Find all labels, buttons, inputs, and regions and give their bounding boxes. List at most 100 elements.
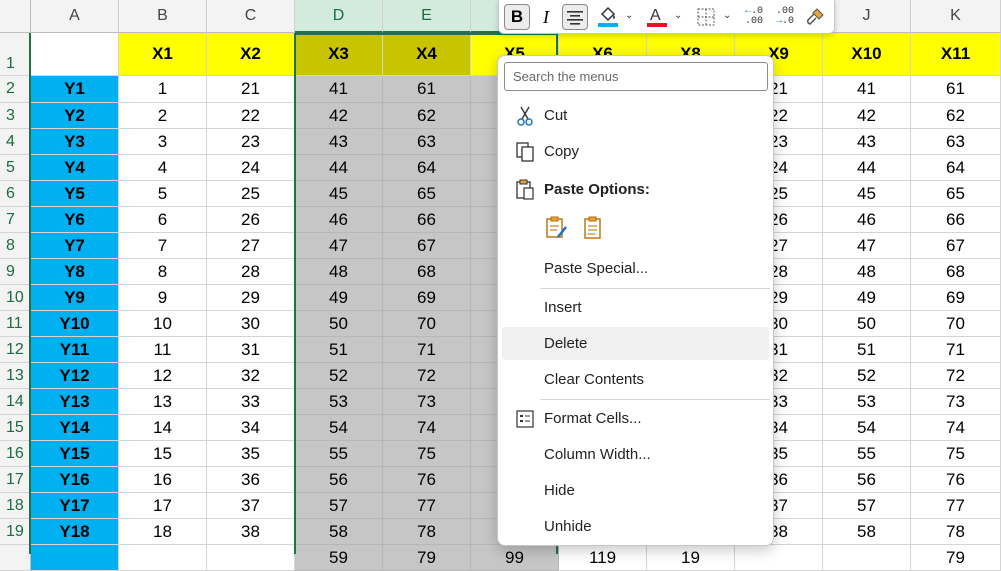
cell[interactable]: 10 (119, 311, 207, 337)
paste-values-button[interactable] (580, 215, 608, 243)
header-cell-x[interactable]: X11 (911, 33, 1001, 76)
row-header[interactable]: 7 (0, 207, 31, 233)
cell[interactable] (31, 545, 119, 571)
cell[interactable]: 75 (911, 441, 1001, 467)
cell[interactable]: 42 (295, 103, 383, 129)
cell[interactable]: 56 (823, 467, 911, 493)
cell[interactable]: 17 (119, 493, 207, 519)
cell[interactable]: 79 (911, 545, 1001, 571)
cell[interactable]: 68 (383, 259, 471, 285)
borders-button[interactable] (694, 4, 718, 30)
row-header[interactable]: 10 (0, 285, 31, 311)
cell[interactable]: 64 (911, 155, 1001, 181)
menu-item-delete[interactable]: Delete (502, 327, 769, 360)
format-painter-button[interactable] (803, 4, 827, 30)
menu-item-format-cells[interactable]: Format Cells... (502, 402, 769, 435)
cell[interactable]: 27 (207, 233, 295, 259)
cell[interactable]: 44 (823, 155, 911, 181)
cell[interactable]: 22 (207, 103, 295, 129)
cell[interactable] (735, 545, 823, 571)
cell[interactable]: 65 (911, 181, 1001, 207)
column-header-c[interactable]: C (207, 0, 295, 33)
align-center-button[interactable] (562, 4, 588, 30)
cell[interactable]: 55 (823, 441, 911, 467)
header-cell-x[interactable]: X1 (119, 33, 207, 76)
row-label-y[interactable]: Y14 (31, 415, 119, 441)
cell[interactable]: 119 (559, 545, 647, 571)
row-header[interactable]: 18 (0, 493, 31, 519)
cell[interactable]: 57 (295, 493, 383, 519)
row-label-y[interactable]: Y10 (31, 311, 119, 337)
cell[interactable]: 62 (911, 103, 1001, 129)
cell[interactable]: 9 (119, 285, 207, 311)
cell[interactable]: 71 (383, 337, 471, 363)
row-label-y[interactable]: Y1 (31, 76, 119, 103)
row-header[interactable]: 19 (0, 519, 31, 545)
row-label-y[interactable]: Y2 (31, 103, 119, 129)
cell[interactable]: 13 (119, 389, 207, 415)
row-label-y[interactable]: Y11 (31, 337, 119, 363)
cell[interactable]: 41 (823, 76, 911, 103)
row-label-y[interactable]: Y17 (31, 493, 119, 519)
row-label-y[interactable]: Y5 (31, 181, 119, 207)
menu-item-insert[interactable]: Insert (502, 291, 769, 324)
cell[interactable]: 37 (207, 493, 295, 519)
bold-button[interactable]: B (504, 4, 530, 30)
cell[interactable]: 74 (911, 415, 1001, 441)
cell[interactable] (207, 545, 295, 571)
row-label-y[interactable]: Y15 (31, 441, 119, 467)
cell[interactable]: 72 (383, 363, 471, 389)
cell[interactable]: 45 (823, 181, 911, 207)
cell[interactable]: 73 (383, 389, 471, 415)
row-label-y[interactable]: Y18 (31, 519, 119, 545)
cell[interactable]: 69 (911, 285, 1001, 311)
cell[interactable]: 58 (295, 519, 383, 545)
cell[interactable]: 26 (207, 207, 295, 233)
cell[interactable]: 48 (823, 259, 911, 285)
cell[interactable]: 77 (911, 493, 1001, 519)
row-label-y[interactable]: Y12 (31, 363, 119, 389)
row-label-y[interactable]: Y3 (31, 129, 119, 155)
cell[interactable]: 54 (295, 415, 383, 441)
menu-item-hide[interactable]: Hide (502, 474, 769, 507)
cell[interactable]: 51 (295, 337, 383, 363)
header-cell-x[interactable]: X10 (823, 33, 911, 76)
menu-item-unhide[interactable]: Unhide (502, 510, 769, 543)
cell[interactable]: 64 (383, 155, 471, 181)
cell[interactable]: 71 (911, 337, 1001, 363)
font-color-button[interactable]: A (645, 4, 669, 30)
cell[interactable] (31, 33, 119, 76)
cell[interactable]: 57 (823, 493, 911, 519)
cell[interactable]: 24 (207, 155, 295, 181)
column-header-d[interactable]: D (295, 0, 383, 33)
cell[interactable]: 38 (207, 519, 295, 545)
row-header[interactable]: 12 (0, 337, 31, 363)
cell[interactable]: 12 (119, 363, 207, 389)
cell[interactable]: 56 (295, 467, 383, 493)
menu-item-column-width[interactable]: Column Width... (502, 438, 769, 471)
cell[interactable]: 74 (383, 415, 471, 441)
cell[interactable]: 67 (383, 233, 471, 259)
header-cell-x[interactable]: X2 (207, 33, 295, 76)
cell[interactable]: 65 (383, 181, 471, 207)
cell[interactable]: 34 (207, 415, 295, 441)
cell[interactable]: 47 (295, 233, 383, 259)
row-header[interactable] (0, 545, 31, 571)
cell[interactable]: 8 (119, 259, 207, 285)
fill-color-button[interactable] (596, 4, 620, 30)
cell[interactable]: 53 (823, 389, 911, 415)
cell[interactable]: 70 (383, 311, 471, 337)
cell[interactable]: 53 (295, 389, 383, 415)
cell[interactable]: 21 (207, 76, 295, 103)
row-header[interactable]: 17 (0, 467, 31, 493)
cell[interactable]: 78 (383, 519, 471, 545)
cell[interactable]: 44 (295, 155, 383, 181)
row-header[interactable]: 5 (0, 155, 31, 181)
column-header-b[interactable]: B (119, 0, 207, 33)
menu-item-cut[interactable]: Cut (502, 99, 769, 132)
row-header[interactable]: 6 (0, 181, 31, 207)
cell[interactable]: 23 (207, 129, 295, 155)
header-cell-x[interactable]: X4 (383, 33, 471, 76)
cell[interactable]: 61 (383, 76, 471, 103)
cell[interactable]: 19 (647, 545, 735, 571)
